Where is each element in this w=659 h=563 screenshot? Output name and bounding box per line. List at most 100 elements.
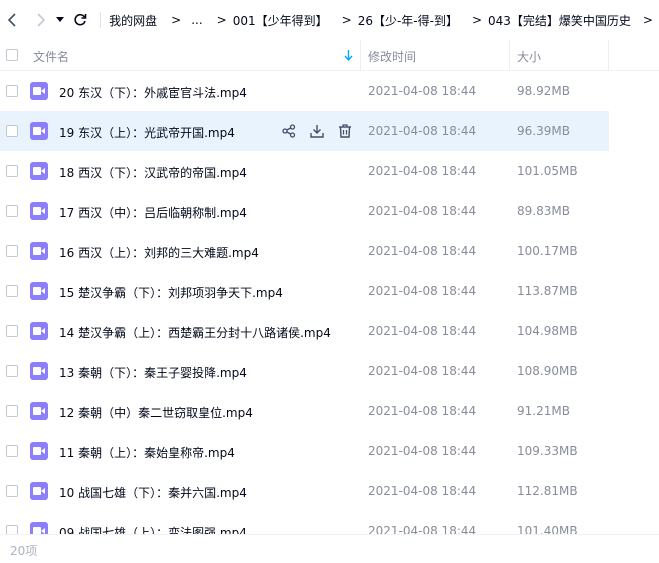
breadcrumb-item-current[interactable]: 043【完结】爆笑中国历史 [488,12,631,29]
video-file-icon [30,122,48,140]
file-modified-date: 2021-04-08 18:44 [368,404,477,418]
file-modified-date: 2021-04-08 18:44 [368,364,477,378]
row-checkbox[interactable] [6,165,18,177]
file-name[interactable]: 18 西汉（下）：汉武帝的帝国.mp4 [59,164,247,181]
sort-down-icon[interactable] [344,50,353,61]
file-modified-date: 2021-04-08 18:44 [368,164,477,178]
column-divider[interactable] [608,40,609,70]
file-list-header: 文件名 修改时间 大小 [0,40,659,71]
breadcrumb-root[interactable]: 我的网盘 [109,12,157,29]
file-name[interactable]: 17 西汉（中）：吕后临朝称制.mp4 [59,204,247,221]
toolbar: 我的网盘 > ... > 001【少年得到】 > 26【少-年-得-到】 > 0… [0,0,659,40]
breadcrumb-separator: > [341,13,352,27]
history-dropdown[interactable] [54,9,65,31]
row-actions [280,122,354,140]
file-row[interactable]: 10 战国七雄（下）：秦并六国.mp4 2021-04-08 18:44 112… [0,471,609,511]
share-button[interactable] [280,122,298,140]
file-modified-date: 2021-04-08 18:44 [368,204,477,218]
row-checkbox[interactable] [6,445,18,457]
file-modified-date: 2021-04-08 18:44 [368,84,477,98]
file-name[interactable]: 12 秦朝（中）秦二世窃取皇位.mp4 [59,404,253,421]
file-size: 89.83MB [517,204,570,218]
file-row[interactable]: 18 西汉（下）：汉武帝的帝国.mp4 2021-04-08 18:44 101… [0,151,609,191]
file-row[interactable]: 17 西汉（中）：吕后临朝称制.mp4 2021-04-08 18:44 89.… [0,191,609,231]
file-row[interactable]: 15 楚汉争霸（下）：刘邦项羽争天下.mp4 2021-04-08 18:44 … [0,271,609,311]
video-file-icon [30,202,48,220]
column-header-modified[interactable]: 修改时间 [368,48,416,65]
file-name[interactable]: 11 秦朝（上）：秦始皇称帝.mp4 [59,444,235,461]
file-size: 101.05MB [517,164,578,178]
row-checkbox[interactable] [6,525,18,534]
breadcrumb-ellipsis[interactable]: ... [191,13,202,27]
file-row[interactable]: 19 东汉（上）：光武帝开国.mp4 2021-04-08 18:44 96.3… [0,111,609,151]
chevron-left-icon [8,13,17,27]
row-checkbox[interactable] [6,485,18,497]
refresh-button[interactable] [69,9,90,31]
file-row[interactable]: 11 秦朝（上）：秦始皇称帝.mp4 2021-04-08 18:44 109.… [0,431,609,471]
file-modified-date: 2021-04-08 18:44 [368,444,477,458]
video-file-icon [30,402,48,420]
breadcrumb-separator: > [642,13,653,27]
caret-down-icon [55,17,64,22]
file-modified-date: 2021-04-08 18:44 [368,124,477,138]
file-row[interactable]: 12 秦朝（中）秦二世窃取皇位.mp4 2021-04-08 18:44 91.… [0,391,609,431]
refresh-icon [74,13,86,26]
file-name[interactable]: 15 楚汉争霸（下）：刘邦项羽争天下.mp4 [59,284,283,301]
file-modified-date: 2021-04-08 18:44 [368,524,477,534]
file-size: 96.39MB [517,124,570,138]
video-file-icon [30,242,48,260]
file-size: 113.87MB [517,284,578,298]
file-name[interactable]: 16 西汉（上）：刘邦的三大难题.mp4 [59,244,259,261]
file-name[interactable]: 09 战国七雄（上）：变法图强.mp4 [59,524,247,534]
column-header-name[interactable]: 文件名 [33,48,69,65]
breadcrumb-item[interactable]: 26【少-年-得-到】 [358,12,458,29]
file-size: 101.40MB [517,524,578,534]
row-checkbox[interactable] [6,365,18,377]
file-row[interactable]: 20 东汉（下）：外戚宦官斗法.mp4 2021-04-08 18:44 98.… [0,71,609,111]
file-row[interactable]: 13 秦朝（下）：秦王子婴投降.mp4 2021-04-08 18:44 108… [0,351,609,391]
trash-icon [339,124,351,138]
row-checkbox[interactable] [6,245,18,257]
row-checkbox[interactable] [6,325,18,337]
file-size: 104.98MB [517,324,578,338]
row-checkbox[interactable] [6,85,18,97]
file-name[interactable]: 20 东汉（下）：外戚宦官斗法.mp4 [59,84,247,101]
file-name[interactable]: 14 楚汉争霸（上）：西楚霸王分封十八路诸侯.mp4 [59,324,331,341]
file-size: 100.17MB [517,244,578,258]
file-name[interactable]: 13 秦朝（下）：秦王子婴投降.mp4 [59,364,247,381]
download-button[interactable] [308,122,326,140]
file-modified-date: 2021-04-08 18:44 [368,324,477,338]
download-icon [310,125,324,138]
file-row[interactable]: 16 西汉（上）：刘邦的三大难题.mp4 2021-04-08 18:44 10… [0,231,609,271]
video-file-icon [30,482,48,500]
column-header-size[interactable]: 大小 [517,48,541,65]
file-size: 112.81MB [517,484,578,498]
row-checkbox[interactable] [6,285,18,297]
breadcrumb-separator: > [471,13,483,27]
breadcrumb: 我的网盘 > ... > 001【少年得到】 > 26【少-年-得-到】 > 0… [90,12,659,29]
breadcrumb-item[interactable]: 001【少年得到】 [233,12,328,29]
column-divider[interactable] [360,40,361,70]
back-button[interactable] [2,9,23,31]
video-file-icon [30,82,48,100]
video-file-icon [30,522,48,534]
chevron-right-icon [37,13,46,27]
column-divider[interactable] [509,40,510,70]
file-modified-date: 2021-04-08 18:44 [368,284,477,298]
file-row[interactable]: 09 战国七雄（上）：变法图强.mp4 2021-04-08 18:44 101… [0,511,609,534]
breadcrumb-separator: > [216,13,227,27]
file-size: 108.90MB [517,364,578,378]
video-file-icon [30,322,48,340]
row-checkbox[interactable] [6,205,18,217]
file-row[interactable]: 14 楚汉争霸（上）：西楚霸王分封十八路诸侯.mp4 2021-04-08 18… [0,311,609,351]
select-all-checkbox[interactable] [6,49,18,61]
file-name[interactable]: 19 东汉（上）：光武帝开国.mp4 [59,124,235,141]
file-name[interactable]: 10 战国七雄（下）：秦并六国.mp4 [59,484,247,501]
delete-button[interactable] [336,122,354,140]
breadcrumb-separator: > [171,13,182,27]
row-checkbox[interactable] [6,125,18,137]
video-file-icon [30,162,48,180]
video-file-icon [30,282,48,300]
forward-button[interactable] [31,9,52,31]
row-checkbox[interactable] [6,405,18,417]
